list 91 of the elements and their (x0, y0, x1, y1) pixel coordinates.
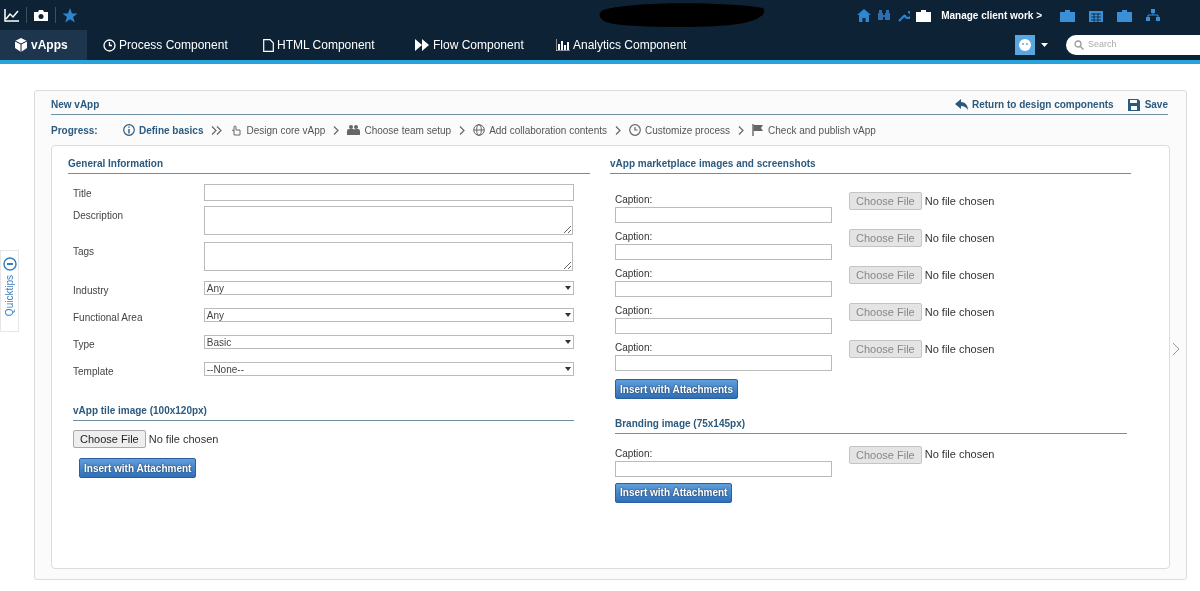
insert-with-attachments-button[interactable]: Insert with Attachments (615, 379, 738, 399)
search-icon (1074, 40, 1084, 50)
bar-chart-icon (556, 39, 570, 51)
manage-client-work-link[interactable]: Manage client work > (941, 7, 1042, 23)
caption-label: Caption: (615, 267, 654, 281)
dropdown-arrow-icon (565, 313, 571, 317)
file-status-text: No file chosen (148, 431, 219, 447)
flag-icon (752, 124, 765, 136)
section-heading: Branding image (75x145px) (615, 415, 1127, 434)
file-status-text: No file chosen (924, 230, 995, 246)
field-label: Template (73, 365, 115, 379)
quicktips-tab[interactable]: Quicktips (0, 250, 19, 332)
file-status-text: No file chosen (924, 341, 995, 357)
save-link[interactable]: Save (1127, 97, 1168, 112)
panel-title: New vApp (51, 98, 100, 112)
dropdown-arrow-icon (565, 367, 571, 371)
nav-tab[interactable]: vApps (0, 30, 87, 60)
caption-label: Caption: (615, 446, 654, 461)
caption-label: Caption: (615, 230, 654, 244)
progress-step[interactable]: Customize process (629, 122, 731, 138)
choose-file-button[interactable]: Choose File (73, 430, 146, 448)
chevron-icon (459, 125, 466, 135)
text-area[interactable] (204, 206, 573, 235)
sitemap-icon[interactable] (1146, 8, 1160, 22)
field-label: Tags (73, 245, 96, 259)
caption-input[interactable] (615, 355, 832, 371)
calendar-icon[interactable] (1089, 8, 1103, 22)
progress-step[interactable]: Choose team setup (347, 122, 452, 138)
text-area[interactable] (204, 242, 573, 271)
avatar-icon[interactable] (1015, 35, 1035, 55)
chevron-icon (615, 125, 621, 135)
insert-with-attachment-button[interactable]: Insert with Attachment (79, 458, 197, 478)
people-icon (347, 124, 361, 136)
select-field[interactable]: Any (203, 281, 574, 295)
file-status-text: No file chosen (924, 304, 995, 320)
progress-step[interactable]: Define basics (123, 122, 204, 138)
section-heading: vApp tile image (100x120px) (73, 403, 574, 421)
clock-icon (629, 124, 641, 136)
line-chart-icon[interactable] (4, 8, 20, 22)
reply-arrow-icon (954, 99, 968, 110)
fast-forward-icon (415, 39, 430, 51)
progress-step[interactable]: Check and publish vApp (752, 122, 876, 138)
caret-icon[interactable] (1041, 43, 1048, 47)
field-label: Title (73, 187, 93, 201)
caption-label: Caption: (615, 304, 654, 318)
select-field[interactable]: --None-- (203, 362, 574, 376)
caption-label: Caption: (615, 341, 654, 355)
progress-label: Progress: (51, 123, 99, 138)
star-icon[interactable] (62, 7, 78, 23)
file-status-text: No file chosen (924, 267, 995, 283)
select-field[interactable]: Basic (203, 335, 574, 349)
clock-icon (103, 38, 116, 52)
chevron-icon (333, 125, 340, 135)
globe-icon (473, 124, 486, 136)
section-heading: General Information (68, 156, 590, 174)
camera-icon[interactable] (33, 8, 49, 22)
dropdown-arrow-icon (565, 286, 571, 290)
field-label: Description (73, 209, 125, 223)
file-status-text: No file chosen (924, 447, 995, 463)
double-chevron-icon (211, 125, 223, 135)
progress-step[interactable]: Design core vApp (230, 122, 326, 138)
nav-tab[interactable]: Process Component (87, 30, 247, 60)
binoculars-icon[interactable] (877, 9, 892, 21)
chevron-icon (738, 125, 745, 135)
caption-input[interactable] (615, 244, 832, 260)
briefcase-icon[interactable] (916, 8, 932, 22)
caption-input[interactable] (615, 460, 832, 477)
nav-tab[interactable]: Analytics Component (540, 30, 700, 60)
file-status-text: No file chosen (924, 193, 995, 209)
caption-input[interactable] (615, 318, 832, 334)
hand-icon (230, 124, 243, 136)
section-heading: vApp marketplace images and screenshots (610, 156, 1131, 174)
text-input[interactable] (204, 184, 574, 201)
caption-label: Caption: (615, 193, 654, 207)
search-input: Search (1088, 38, 1188, 52)
progress-step[interactable]: Add collaboration contents (473, 122, 607, 138)
search-field[interactable]: Search (1066, 35, 1200, 55)
return-link[interactable]: Return to design components (954, 97, 1114, 112)
nav-tab[interactable]: Flow Component (397, 30, 540, 60)
home-icon[interactable] (857, 8, 872, 22)
document-icon (263, 38, 274, 52)
field-label: Functional Area (73, 311, 144, 325)
caption-input[interactable] (615, 207, 832, 223)
dropdown-arrow-icon (565, 340, 571, 344)
field-label: Industry (73, 284, 110, 298)
caption-input[interactable] (615, 281, 832, 297)
cube-icon (14, 38, 28, 52)
insert-with-attachment-button[interactable]: Insert with Attachment (615, 482, 733, 503)
field-label: Type (73, 338, 96, 352)
select-field[interactable]: Any (203, 308, 574, 322)
nav-tab[interactable]: HTML Component (247, 30, 397, 60)
